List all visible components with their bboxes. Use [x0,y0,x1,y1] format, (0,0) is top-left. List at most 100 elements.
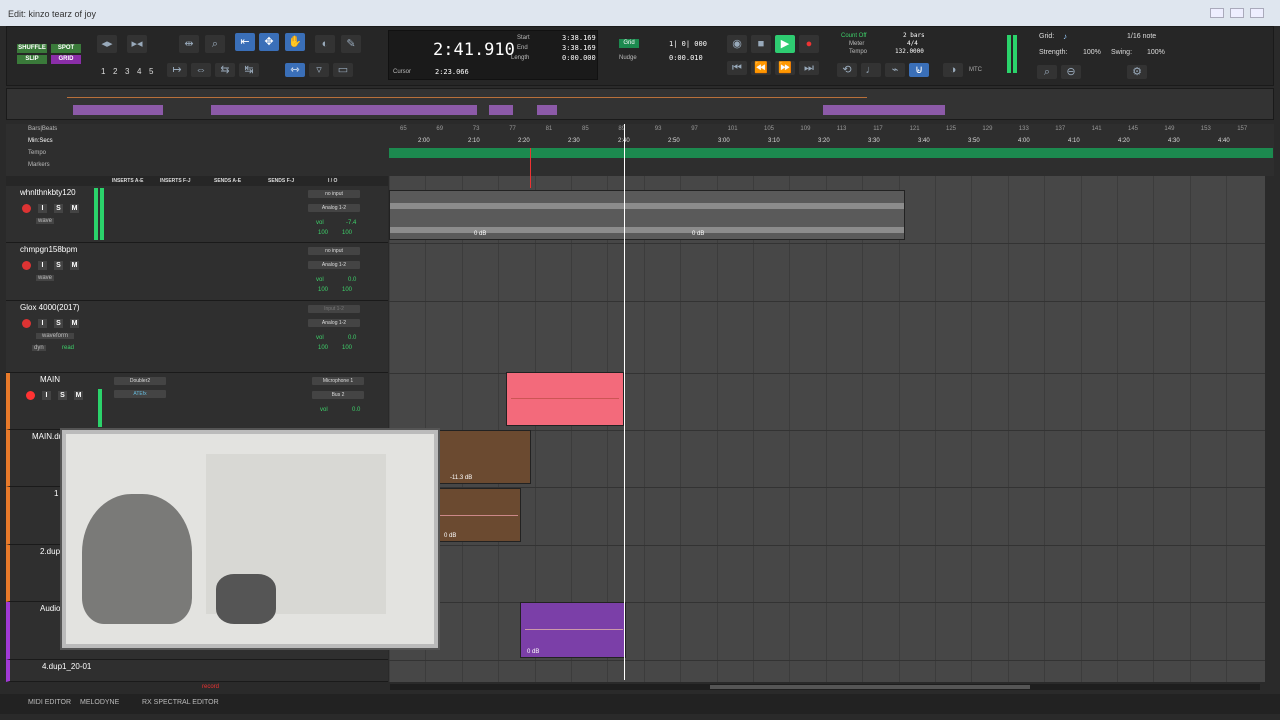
scrollbar-thumb[interactable] [710,685,1030,689]
ruler-tempo[interactable]: Tempo [28,150,46,156]
track-view-selector[interactable]: wave [36,218,55,224]
zoom-out-icon[interactable]: ⊖ [1061,65,1081,79]
zoom-preset-1[interactable]: 1 [101,67,105,76]
strength-value[interactable]: 100% [1083,49,1101,56]
zoom-preset-2[interactable]: 2 [113,67,117,76]
clip-gain[interactable]: 0 dB [474,231,486,237]
track-input[interactable]: Input 1-2 [308,305,360,313]
input-monitor-button[interactable]: I [38,204,47,213]
trim-tool-icon[interactable]: ⇤ [235,33,255,51]
zoom-toggle-icon[interactable]: ⇹ [179,35,199,53]
track-input[interactable]: no input [308,247,360,255]
grid-note-icon[interactable]: ♪ [1063,32,1067,41]
solo-button[interactable]: S [54,261,63,270]
minimize-button[interactable] [1210,8,1224,18]
play-icon[interactable]: ▶ [775,35,795,53]
input-monitor-button[interactable]: I [42,391,51,400]
audio-clip[interactable] [506,372,624,426]
solo-button[interactable]: S [54,204,63,213]
mute-button[interactable]: M [70,319,79,328]
clip-gain[interactable]: 0 dB [527,649,539,655]
meter-value[interactable]: 4/4 [907,40,918,47]
horizontal-scrollbar[interactable] [390,684,1260,690]
universe-overview[interactable] [6,88,1274,120]
midi-merge-icon[interactable]: ⊌ [909,63,929,77]
track-header[interactable]: MAIN I S M Doubler2 ATEfx Microphone 1 B… [6,373,388,430]
midi-editor-tab[interactable]: MIDI EDITOR [28,699,71,706]
zoom-preset-5[interactable]: 5 [149,67,153,76]
insertion-follows-icon[interactable]: ↹ [239,63,259,77]
return-to-zero-icon[interactable]: ⏮ [727,61,747,75]
settings-gear-icon[interactable]: ⚙ [1127,65,1147,79]
track-header[interactable]: Glox 4000(2017) I S M waveform dyn read … [6,301,388,373]
count-off-label[interactable]: Count Off [841,33,867,39]
audio-clip[interactable]: -11.3 dB [439,430,531,484]
record-arm-button[interactable] [22,261,31,270]
volume-value[interactable]: -7.4 [346,220,356,226]
zoom-preset-4[interactable]: 4 [137,67,141,76]
slip-mode-button[interactable]: SLIP [17,55,47,64]
track-output[interactable]: Bus 2 [312,391,364,399]
spot-mode-button[interactable]: SPOT [51,44,81,53]
conductor-icon[interactable]: ⌁ [885,63,905,77]
track-input[interactable]: no input [308,190,360,198]
automation-mode[interactable]: read [62,345,74,351]
mirror-midi-icon[interactable]: ⇿ [285,63,305,77]
track-header[interactable]: 4.dup1_20-01 [6,660,388,682]
track-header[interactable]: chmpgn158bpm I S M wave no input Analog … [6,243,388,301]
ruler-markers[interactable]: Markers [28,162,50,168]
melodyne-tab[interactable]: MELODYNE [80,699,119,706]
zoom-preset-3[interactable]: 3 [125,67,129,76]
track-name[interactable]: 2.dup1 [40,547,64,556]
record-icon[interactable]: ● [799,35,819,53]
volume-value[interactable]: 0.0 [348,277,356,283]
ruler-bars-beats[interactable]: Bars|Beats [28,126,57,132]
clip-gain[interactable]: -11.3 dB [450,475,472,481]
link-timeline-icon[interactable]: ⇔ [191,63,211,77]
rx-spectral-editor-tab[interactable]: RX SPECTRAL EDITOR [142,699,219,706]
track-header[interactable]: whnlthnkbty120 I S M wave no input Analo… [6,186,388,243]
track-name[interactable]: MAIN [40,375,60,384]
clip-gain[interactable]: 0 dB [444,533,456,539]
pan-right[interactable]: 100 [342,345,352,351]
stop-icon[interactable]: ■ [751,35,771,53]
automation-view[interactable]: dyn [32,345,46,351]
grid-value[interactable]: 1| 0| 000 [669,40,707,48]
track-name[interactable]: Glox 4000(2017) [20,303,80,312]
track-view-selector[interactable]: waveform [36,333,75,339]
input-monitor-button[interactable]: I [38,261,47,270]
start-value[interactable]: 3:38.169 [562,34,596,42]
keyboard-focus-icon[interactable]: ▿ [309,63,329,77]
track-view-selector[interactable]: wave [36,275,55,281]
solo-button[interactable]: S [58,391,67,400]
nudge-value[interactable]: 0:00.010 [669,54,703,62]
ruler-min-secs[interactable]: Min:Secs [28,138,53,144]
mute-button[interactable]: M [70,261,79,270]
smart-tool-icon[interactable]: ▭ [333,63,353,77]
solo-button[interactable]: S [54,319,63,328]
end-value[interactable]: 3:38.169 [562,44,596,52]
pan-left[interactable]: 100 [318,287,328,293]
selector-tool-icon[interactable]: ✥ [259,33,279,51]
pan-left[interactable]: 100 [318,345,328,351]
main-counter[interactable]: 2:41.910 [433,40,515,60]
pan-right[interactable]: 100 [342,230,352,236]
grid-note-value[interactable]: 1/16 note [1127,33,1156,40]
track-name[interactable]: 1 [54,489,58,498]
edit-window-tracks[interactable]: 0 dB 0 dB -11.3 dB 0 dB 0 dB [389,176,1265,682]
input-monitor-button[interactable]: I [38,319,47,328]
volume-value[interactable]: 0.0 [352,407,360,413]
record-arm-button[interactable] [26,391,35,400]
track-output[interactable]: Analog 1-2 [308,319,360,327]
audio-clip[interactable]: 0 dB 0 dB [389,190,905,240]
track-output[interactable]: Analog 1-2 [308,204,360,212]
insert-slot[interactable]: ATEfx [114,390,166,398]
insert-slot[interactable]: Doubler2 [114,377,166,385]
audio-clip[interactable]: 0 dB [520,602,626,658]
timeline-selection-bar[interactable] [389,148,1273,158]
close-button[interactable] [1250,8,1264,18]
rewind-icon[interactable]: ⏪ [751,61,771,75]
length-value[interactable]: 0:00.000 [562,54,596,62]
volume-value[interactable]: 0.0 [348,335,356,341]
grabber-tool-icon[interactable]: ✋ [285,33,305,51]
